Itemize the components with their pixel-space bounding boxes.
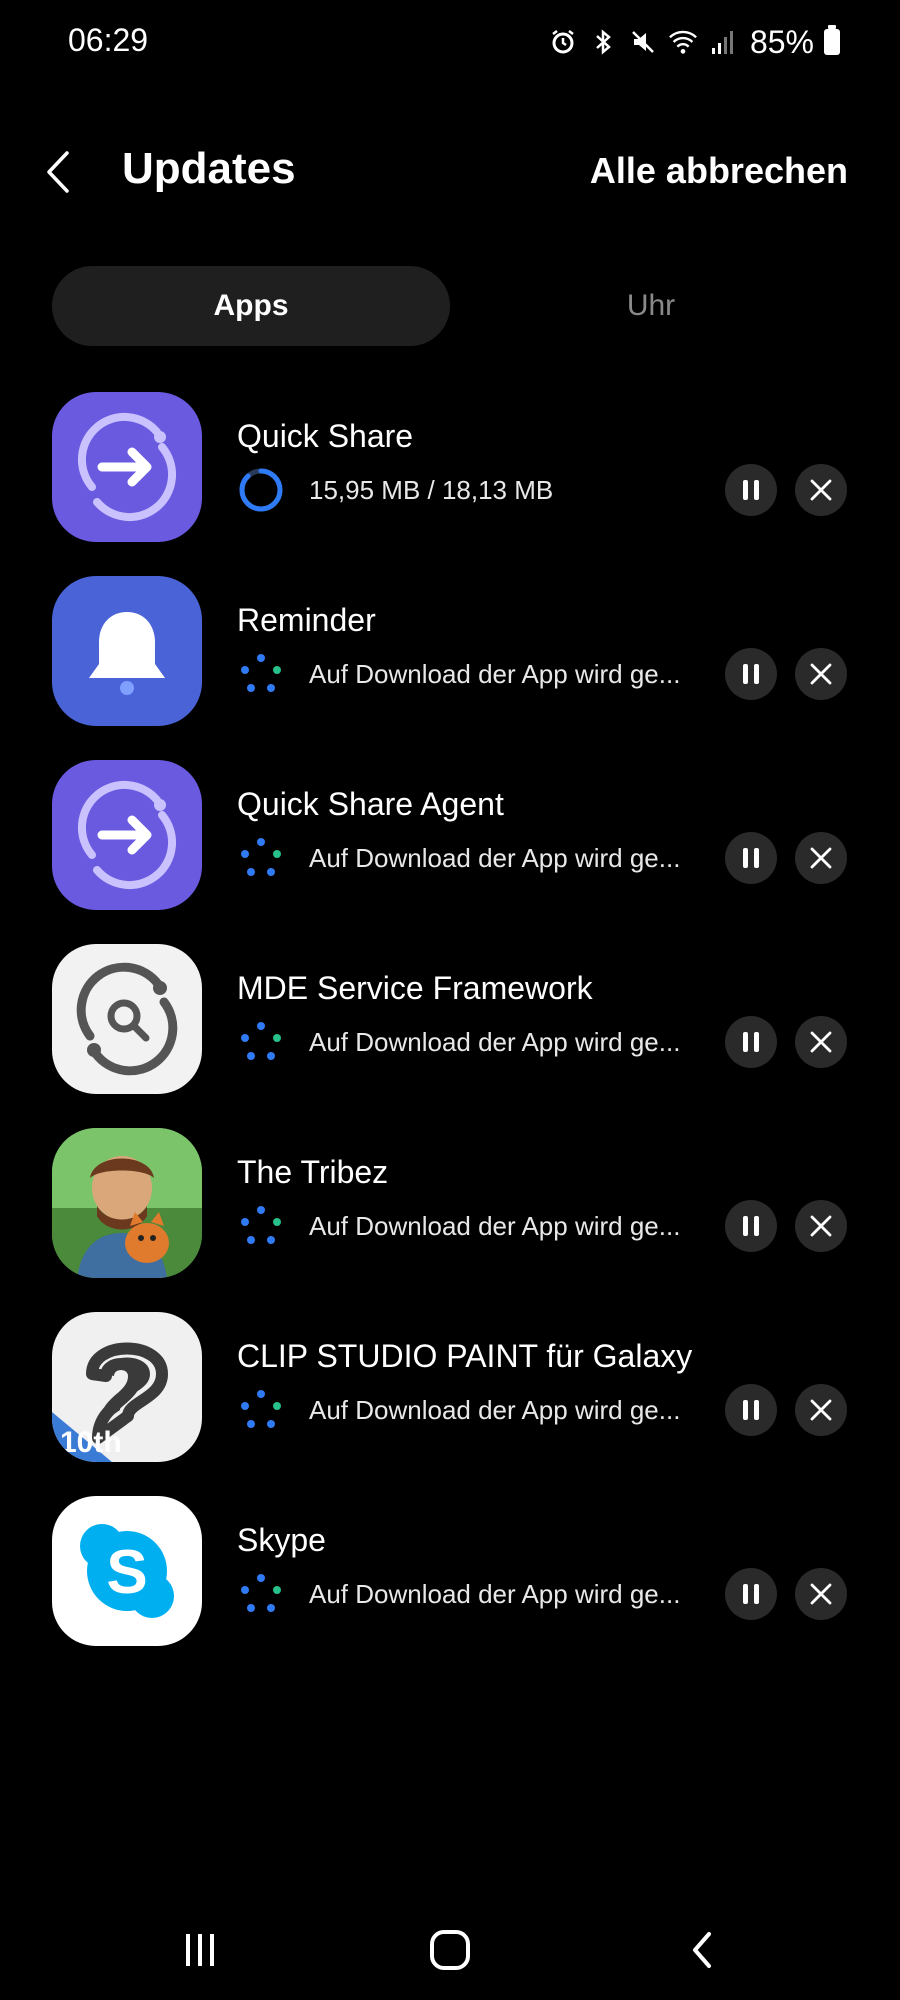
- home-button[interactable]: [420, 1920, 480, 1980]
- alarm-icon: [548, 27, 578, 57]
- download-status: Auf Download der App wird ge...: [237, 834, 680, 882]
- back-button[interactable]: [38, 142, 78, 202]
- clip-studio-icon: 10th: [52, 1312, 202, 1462]
- recents-icon: [186, 1934, 214, 1966]
- waiting-spinner-icon: [237, 1202, 285, 1250]
- status-time: 06:29: [68, 22, 149, 58]
- status-text: Auf Download der App wird ge...: [309, 1210, 681, 1241]
- status-text: Auf Download der App wird ge...: [309, 658, 681, 689]
- waiting-spinner-icon: [237, 650, 285, 698]
- status-text: Auf Download der App wird ge...: [309, 1578, 681, 1609]
- pause-icon: [743, 1216, 759, 1236]
- pause-icon: [743, 480, 759, 500]
- list-item: Quick Share 15,95 MB / 18,13 MB: [0, 392, 900, 542]
- signal-icon: [708, 27, 738, 57]
- cancel-button[interactable]: [795, 1200, 847, 1252]
- header: Updates Alle abbrechen: [0, 130, 900, 214]
- close-icon: [810, 1031, 832, 1053]
- pause-button[interactable]: [725, 1200, 777, 1252]
- pause-button[interactable]: [725, 464, 777, 516]
- page-title: Updates: [122, 144, 296, 193]
- app-name: MDE Service Framework: [237, 970, 593, 1006]
- download-status: 15,95 MB / 18,13 MB: [237, 466, 553, 514]
- app-name: Skype: [237, 1522, 326, 1558]
- pause-icon: [743, 1032, 759, 1052]
- cancel-button[interactable]: [795, 1016, 847, 1068]
- wifi-icon: [668, 27, 698, 57]
- list-item: 10th CLIP STUDIO PAINT für Galaxy Auf Do…: [0, 1312, 900, 1462]
- app-name: Quick Share Agent: [237, 786, 504, 822]
- waiting-spinner-icon: [237, 1570, 285, 1618]
- download-status: Auf Download der App wird ge...: [237, 1570, 680, 1618]
- bluetooth-icon: [588, 27, 618, 57]
- download-status: Auf Download der App wird ge...: [237, 1018, 680, 1066]
- status-text: 15,95 MB / 18,13 MB: [309, 474, 554, 505]
- app-name: Reminder: [237, 602, 376, 638]
- pause-button[interactable]: [725, 1016, 777, 1068]
- cancel-button[interactable]: [795, 464, 847, 516]
- cancel-button[interactable]: [795, 648, 847, 700]
- close-icon: [810, 1215, 832, 1237]
- close-icon: [810, 479, 832, 501]
- cancel-button[interactable]: [795, 1384, 847, 1436]
- pause-button[interactable]: [725, 648, 777, 700]
- close-icon: [810, 847, 832, 869]
- list-item: The Tribez Auf Download der App wird ge.…: [0, 1128, 900, 1278]
- tab-uhr[interactable]: Uhr: [452, 266, 850, 346]
- navigation-bar: [0, 1900, 900, 2000]
- tribez-game-icon: [52, 1128, 202, 1278]
- mute-icon: [628, 27, 658, 57]
- list-item: S Skype Auf Download der App wird ge...: [0, 1496, 900, 1646]
- app-name: Quick Share: [237, 418, 414, 454]
- cancel-button[interactable]: [795, 1568, 847, 1620]
- status-text: Auf Download der App wird ge...: [309, 1394, 681, 1425]
- list-item: Reminder Auf Download der App wird ge...: [0, 576, 900, 726]
- list-item: Quick Share Agent Auf Download der App w…: [0, 760, 900, 910]
- app-name: The Tribez: [237, 1154, 389, 1190]
- status-text: Auf Download der App wird ge...: [309, 1026, 681, 1057]
- pause-icon: [743, 664, 759, 684]
- recents-button[interactable]: [170, 1920, 230, 1980]
- download-status: Auf Download der App wird ge...: [237, 1386, 680, 1434]
- tab-bar: Apps Uhr: [52, 266, 850, 346]
- pause-icon: [743, 1584, 759, 1604]
- status-text: Auf Download der App wird ge...: [309, 842, 681, 873]
- waiting-spinner-icon: [237, 1386, 285, 1434]
- mde-search-icon: [52, 944, 202, 1094]
- close-icon: [810, 1399, 832, 1421]
- bell-icon: [52, 576, 202, 726]
- pause-icon: [743, 848, 759, 868]
- chevron-left-icon: [47, 151, 69, 193]
- waiting-spinner-icon: [237, 1018, 285, 1066]
- back-icon: [693, 1932, 711, 1968]
- close-icon: [810, 1583, 832, 1605]
- pause-button[interactable]: [725, 1568, 777, 1620]
- waiting-spinner-icon: [237, 834, 285, 882]
- battery-icon: [824, 25, 840, 55]
- download-status: Auf Download der App wird ge...: [237, 1202, 680, 1250]
- status-icons: 85%: [548, 20, 840, 64]
- cancel-button[interactable]: [795, 832, 847, 884]
- svg-text:S: S: [106, 1538, 147, 1607]
- anniversary-badge: 10th: [60, 1426, 122, 1459]
- home-icon: [430, 1930, 470, 1970]
- pause-icon: [743, 1400, 759, 1420]
- pause-button[interactable]: [725, 832, 777, 884]
- quick-share-icon: [52, 760, 202, 910]
- list-item: MDE Service Framework Auf Download der A…: [0, 944, 900, 1094]
- progress-ring: [237, 466, 285, 514]
- app-name: CLIP STUDIO PAINT für Galaxy: [237, 1338, 693, 1374]
- battery-percentage: 85%: [749, 23, 814, 60]
- pause-button[interactable]: [725, 1384, 777, 1436]
- quick-share-icon: [52, 392, 202, 542]
- tab-apps[interactable]: Apps: [52, 266, 450, 346]
- skype-icon: S: [52, 1496, 202, 1646]
- close-icon: [810, 663, 832, 685]
- nav-back-button[interactable]: [672, 1920, 732, 1980]
- status-bar: 06:29 85%: [0, 0, 900, 80]
- download-status: Auf Download der App wird ge...: [237, 650, 680, 698]
- cancel-all-button[interactable]: Alle abbrechen: [590, 150, 848, 192]
